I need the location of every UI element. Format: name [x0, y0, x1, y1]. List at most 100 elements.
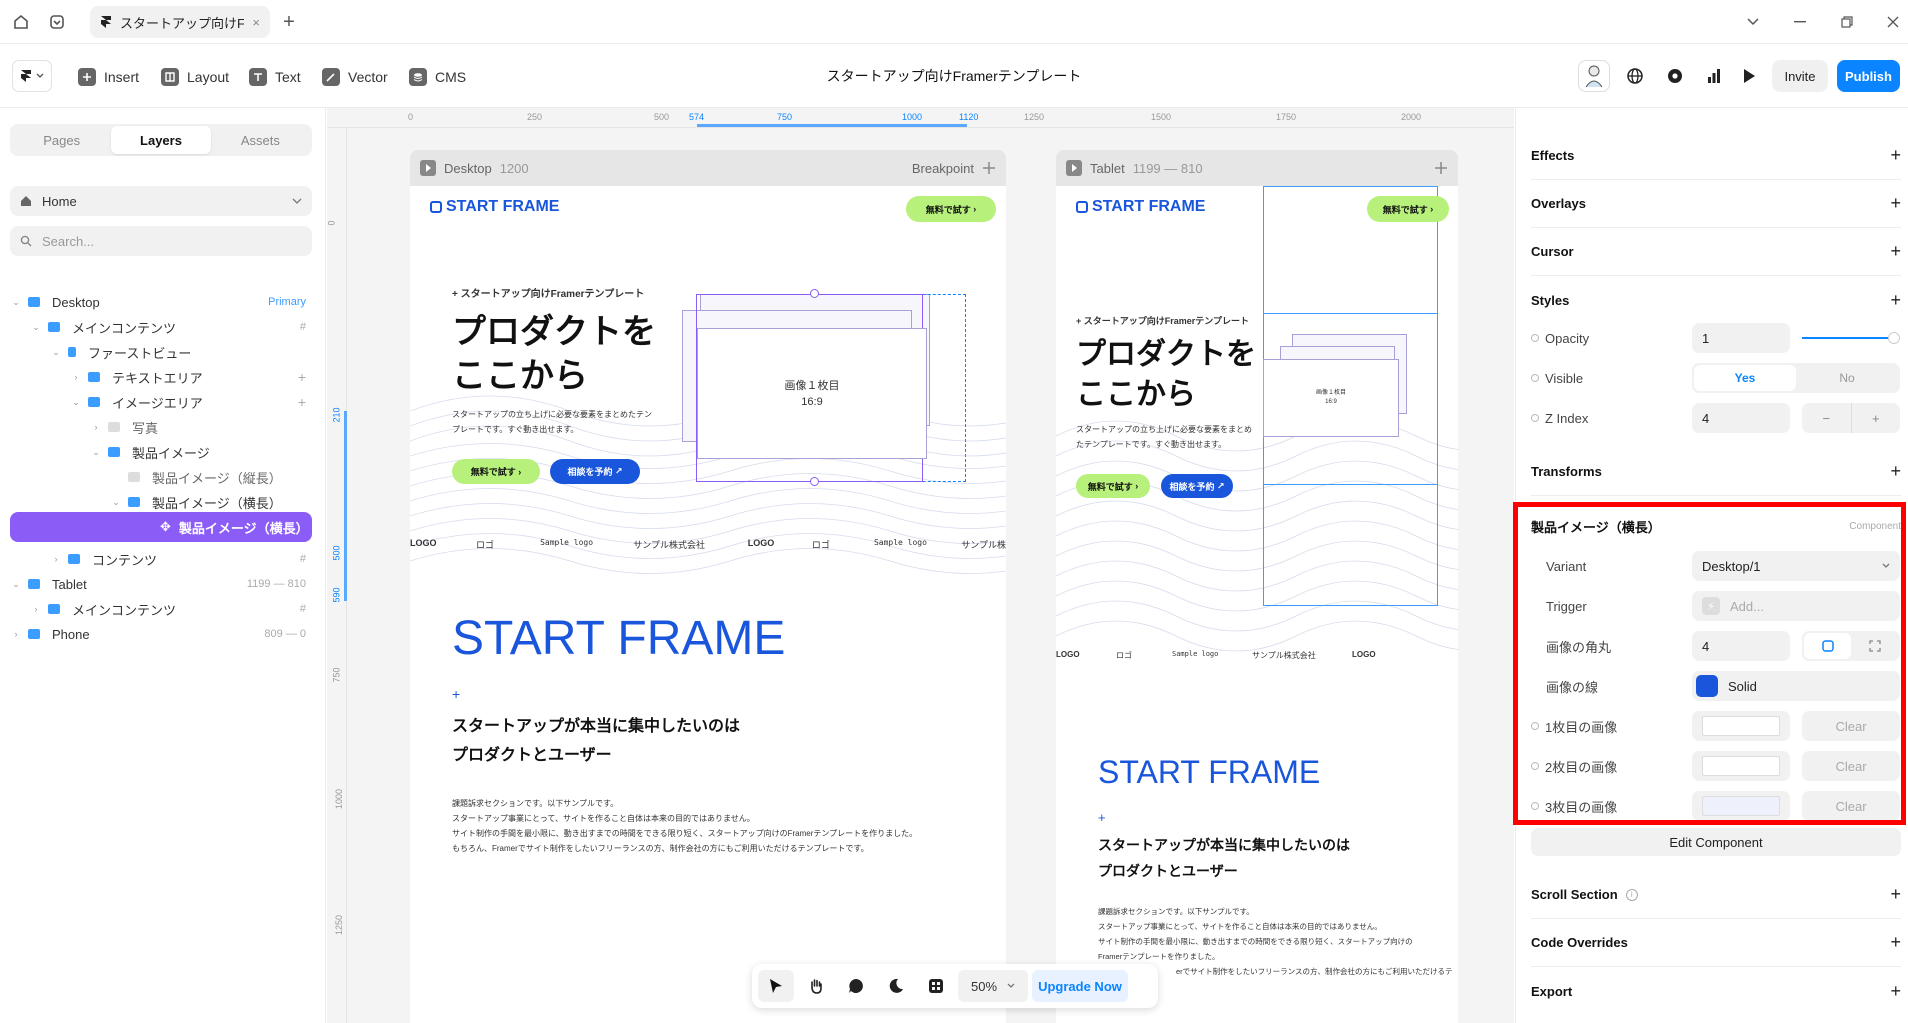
site-cta-free: 無料で試す ›: [1367, 196, 1449, 222]
hand-tool-icon[interactable]: [798, 970, 834, 1002]
inbox-icon[interactable]: [46, 11, 68, 33]
hero-description: スタートアップの立ち上げに必要な要素をまとめたテンプレートです。すぐ動き出せます…: [452, 410, 652, 434]
framer-logo-icon: [21, 70, 31, 82]
home-icon[interactable]: [10, 11, 32, 33]
left-panel: Pages Layers Assets Home Search... ⌄ Desk…: [0, 108, 326, 1023]
zindex-row: Z Index 4 − +: [1531, 403, 1901, 433]
plus-icon: [78, 68, 96, 86]
hero-cta-consult: 相談を予約 ↗: [1161, 474, 1233, 498]
ruler-top: 0 250 500 574 750 1000 1120 1250 1500 17…: [327, 108, 1514, 128]
edit-component-button[interactable]: Edit Component: [1531, 828, 1901, 856]
site-logo: START FRAME: [1076, 198, 1205, 216]
document-title[interactable]: スタートアップ向けFramerテンプレート: [700, 66, 1208, 86]
scroll-section[interactable]: Scroll Section i +: [1531, 871, 1901, 919]
insert-button[interactable]: Insert: [78, 66, 139, 88]
vector-button[interactable]: Vector: [322, 66, 388, 88]
search-icon: [20, 235, 32, 247]
tab-close-icon[interactable]: ×: [252, 15, 260, 30]
layer-tablet[interactable]: ⌄ Tablet 1199 — 810: [10, 571, 312, 597]
layer-content[interactable]: › コンテンツ #: [10, 546, 312, 572]
export-section[interactable]: Export +: [1531, 967, 1901, 1015]
play-icon[interactable]: [420, 160, 436, 176]
visible-no[interactable]: No: [1796, 365, 1898, 391]
upgrade-button[interactable]: Upgrade Now: [1032, 970, 1128, 1002]
opacity-input[interactable]: 1: [1692, 323, 1790, 353]
logo-strip: LOGO ロゴ Sample logo サンプル株式会社 LOGO: [1056, 650, 1376, 660]
cursor-section[interactable]: Cursor +: [1531, 228, 1901, 276]
layer-text-area[interactable]: › テキストエリア +: [10, 364, 312, 390]
comment-tool-icon[interactable]: [838, 970, 874, 1002]
layer-product-image[interactable]: ⌄ 製品イメージ: [10, 439, 312, 465]
tab-layers[interactable]: Layers: [111, 126, 211, 154]
breakpoint-button[interactable]: Breakpoint: [912, 161, 974, 176]
add-breakpoint-icon[interactable]: [982, 161, 996, 175]
layer-image-area[interactable]: ⌄ イメージエリア +: [10, 389, 312, 415]
transforms-section[interactable]: Transforms +: [1531, 448, 1901, 496]
minimize-icon[interactable]: [1789, 11, 1811, 33]
variable-dot-icon: [1531, 374, 1539, 382]
hero-heading: プロダクトを ここから: [1076, 338, 1256, 411]
cms-button[interactable]: CMS: [409, 66, 466, 88]
layer-tablet-main-content[interactable]: › メインコンテンツ #: [10, 596, 312, 622]
desktop-breakpoint-bar[interactable]: Desktop 1200 Breakpoint: [410, 150, 1006, 186]
add-breakpoint-icon[interactable]: [1434, 161, 1448, 175]
analytics-icon[interactable]: [1698, 60, 1730, 92]
section-title: START FRAME: [1098, 754, 1321, 790]
layer-search[interactable]: Search...: [10, 226, 312, 256]
settings-icon[interactable]: [1659, 60, 1691, 92]
text-button[interactable]: Text: [249, 66, 301, 88]
resize-handle[interactable]: [810, 289, 819, 298]
grid-icon[interactable]: [918, 970, 954, 1002]
select-tool-icon[interactable]: [758, 970, 794, 1002]
layer-product-image-landscape-instance[interactable]: ✥ 製品イメージ（横長）: [10, 512, 312, 542]
product-image-card: 画像１枚目 16:9: [1263, 359, 1399, 437]
layout-button[interactable]: Layout: [161, 66, 229, 88]
document-tab[interactable]: スタートアップ向けFr... ×: [90, 6, 270, 38]
desktop-frame[interactable]: START FRAME 無料で試す › + スタートアップ向けFramerテンプ…: [410, 186, 1006, 1023]
effects-section[interactable]: Effects +: [1531, 132, 1901, 180]
layer-desktop[interactable]: ⌄ Desktop Primary: [10, 289, 312, 315]
styles-section[interactable]: Styles +: [1531, 276, 1901, 324]
visible-yes[interactable]: Yes: [1694, 365, 1796, 391]
resize-handle[interactable]: [810, 477, 819, 486]
tablet-breakpoint-bar[interactable]: Tablet 1199 — 810: [1056, 150, 1458, 186]
layer-photo[interactable]: › 写真: [10, 414, 312, 440]
window-close-icon[interactable]: [1882, 11, 1904, 33]
opacity-slider[interactable]: [1802, 323, 1900, 353]
zoom-select[interactable]: 50%: [958, 970, 1028, 1002]
zindex-input[interactable]: 4: [1692, 403, 1790, 433]
logo-strip: LOGO ロゴ Sample logo サンプル株式会社 LOGO ロゴ Sam…: [410, 538, 1006, 550]
overlays-section[interactable]: Overlays +: [1531, 180, 1901, 228]
zindex-increment[interactable]: +: [1850, 403, 1901, 433]
database-icon: [409, 68, 427, 86]
avatar[interactable]: [1578, 60, 1610, 92]
new-tab-icon[interactable]: +: [278, 11, 300, 33]
page-selector[interactable]: Home: [10, 186, 312, 216]
chevron-down-icon[interactable]: [1742, 11, 1764, 33]
canvas[interactable]: 0 250 500 574 750 1000 1120 1250 1500 17…: [327, 108, 1514, 1023]
code-overrides-section[interactable]: Code Overrides +: [1531, 919, 1901, 967]
play-icon[interactable]: [1066, 160, 1082, 176]
tablet-frame[interactable]: START FRAME 無料で試す › + スタートアップ向けFramerテンプ…: [1056, 186, 1458, 1023]
layer-product-image-portrait[interactable]: 製品イメージ（縦長）: [10, 464, 312, 490]
layer-main-content[interactable]: ⌄ メインコンテンツ #: [10, 314, 312, 340]
add-icon: +: [1890, 980, 1901, 1001]
globe-icon[interactable]: [1619, 60, 1651, 92]
play-icon[interactable]: [1733, 60, 1765, 92]
product-image-card: 画像１枚目 16:9: [697, 328, 927, 459]
canvas-toolbar: 50% Upgrade Now: [752, 964, 1158, 1008]
dark-mode-icon[interactable]: [878, 970, 914, 1002]
layer-phone[interactable]: › Phone 809 — 0: [10, 621, 312, 647]
framer-menu-button[interactable]: [12, 60, 52, 92]
layer-first-view[interactable]: ⌄ ファーストビュー: [10, 339, 312, 365]
zindex-decrement[interactable]: −: [1802, 403, 1851, 433]
invite-button[interactable]: Invite: [1772, 60, 1828, 92]
publish-button[interactable]: Publish: [1837, 60, 1900, 92]
restore-icon[interactable]: [1836, 11, 1858, 33]
tab-pages[interactable]: Pages: [12, 126, 111, 154]
section-body: 課題訴求セクションです。以下サンプルです。 スタートアップ事業にとって、サイトを作…: [452, 799, 918, 853]
pen-icon: [322, 68, 340, 86]
hero-cta-free: 無料で試す ›: [1076, 474, 1150, 498]
tab-assets[interactable]: Assets: [211, 126, 310, 154]
visible-row: Visible Yes No: [1531, 363, 1901, 393]
